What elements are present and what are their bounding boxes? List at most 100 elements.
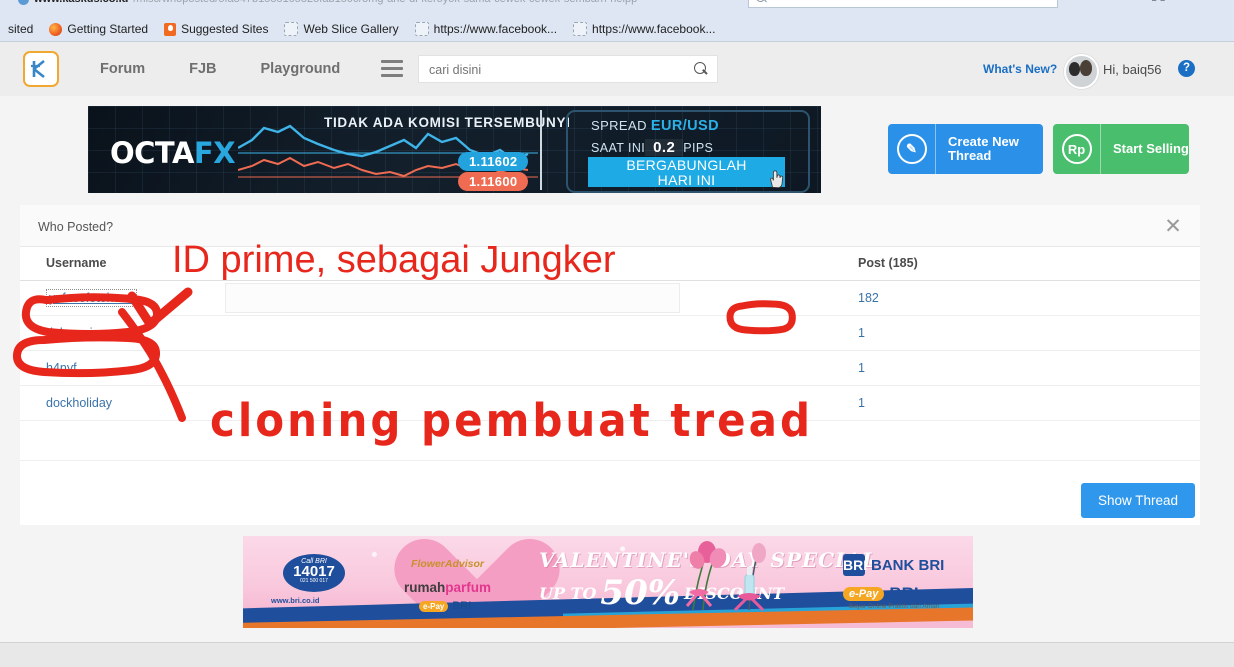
start-selling-label: Start Selling [1113,141,1189,156]
bri-website: www.bri.co.id [271,596,320,605]
octafx-logo: OCTAFX [110,136,236,170]
post-count-link[interactable]: 1 [858,396,865,410]
browser-chrome: www.kaskus.co.id/misc/whoposted/5fa847b1… [0,0,1234,42]
whats-new-link[interactable]: What's New? [983,62,1057,76]
epay-bri-logo: e-Pay BRI [843,584,919,604]
username-link[interactable]: dalugeciqupoca [46,326,134,340]
flowers-illustration [685,541,766,612]
nav-links: Forum FJB Playground [78,42,362,96]
table-row[interactable]: dockholiday 1 [20,386,1200,421]
avatar[interactable] [1064,54,1099,89]
call-bri-badge: Call BRI 14017 021 500 017 [283,554,345,592]
fx-spread-pair: EUR/USD [650,118,719,134]
cell-username: dalugeciqupoca [20,326,225,340]
bookmarks-bar: sited Getting Started Suggested Sites We… [0,16,1234,42]
cell-post-count: 1 [748,396,1198,410]
rupiah-icon: Rp [1061,134,1092,164]
start-selling-button[interactable]: Rp Start Selling [1053,124,1189,174]
user-greeting[interactable]: Hi, baiq56 [1103,62,1162,77]
cell-username: dockholiday [20,396,225,410]
cell-post-count: 1 [748,361,1198,375]
bookmark-item[interactable]: https://www.facebook... [407,18,565,40]
username-link[interactable]: yufucofotohuxa [46,289,137,307]
panel-title: Who Posted? [38,220,114,234]
nav-link-playground[interactable]: Playground [239,61,363,77]
table-row[interactable]: yufucofotohuxa 182 [20,281,1200,316]
site-search-box[interactable] [418,55,718,84]
epay-small-tag: e-Pay [419,600,449,612]
firefox-icon [49,22,63,36]
hamburger-icon[interactable] [381,60,403,77]
column-header-post: Post (185) [858,256,918,270]
rumah-text: rumah [403,580,446,595]
parfum-text: parfum [445,580,492,595]
epay-subtitle: Bayar Online Praktis dan Aman [849,603,940,610]
bookmark-label: Getting Started [67,22,149,36]
fx-saat-row: SAAT INI 0.2 PIPS [591,139,713,156]
table-row[interactable]: h4nyf 1 [20,351,1200,386]
table-row[interactable]: dalugeciqupoca 1 [20,316,1200,351]
fx-cta-button[interactable]: BERGABUNGLAH HARI INI [588,157,785,188]
site-favicon [18,0,29,5]
search-icon [756,0,765,2]
fx-saat-label: SAAT INI [591,141,646,155]
page-bottom-strip [0,642,1234,667]
octafx-logo-octa: OCTA [110,136,194,170]
bookmark-label: Web Slice Gallery [303,22,399,36]
bri-valentine-ad-banner[interactable]: Call BRI 14017 021 500 017 www.bri.co.id… [243,536,973,628]
kaskus-logo[interactable] [23,51,59,87]
epay-small-logo: e-Pay BRI [419,600,471,612]
bookmark-item[interactable]: sited [0,18,41,40]
search-input[interactable] [419,56,681,84]
cell-blank [225,283,748,313]
bookmark-item[interactable]: https://www.facebook... [565,18,723,40]
cell-post-count: 182 [748,291,1198,305]
close-icon[interactable]: ✕ [1160,214,1186,240]
blank-page-icon [284,22,299,36]
epay-tag: e-Pay [843,587,885,601]
url-path: /misc/whoposted/5fa847b1585105825fab1500… [133,0,637,5]
bookmark-item[interactable]: Web Slice Gallery [276,18,406,40]
call-bri-number: 14017 [293,563,335,580]
create-thread-line1: Create New [948,134,1019,149]
fx-divider [540,110,542,190]
banner-discount-number: 50% [600,573,681,613]
nav-link-forum[interactable]: Forum [78,61,167,77]
fx-cta-line2: HARI INI [657,172,716,188]
bookmark-label: Suggested Sites [181,22,269,36]
help-icon[interactable]: ? [1178,60,1195,77]
bookmark-item[interactable]: Suggested Sites [156,18,276,40]
nav-link-fjb[interactable]: FJB [167,61,238,77]
octafx-ad-banner[interactable]: OCTAFX TIDAK ADA KOMISI TERSEMBUNYI 1.11… [88,106,821,193]
browser-search-box[interactable]: Search [748,0,1058,8]
reload-icon[interactable]: ↻ [726,0,736,2]
username-link[interactable]: h4nyf [46,361,77,375]
bank-bri-logo: BRI BANK BRI [843,554,944,576]
search-icon[interactable] [694,62,706,74]
who-posted-table: Username Post (185) yufucofotohuxa 182 d… [20,246,1200,421]
kaskus-logo-glyph [31,59,45,79]
address-bar[interactable]: www.kaskus.co.id/misc/whoposted/5fa847b1… [18,0,718,11]
post-count-link[interactable]: 1 [858,326,865,340]
screenshot-root: www.kaskus.co.id/misc/whoposted/5fa847b1… [0,0,1234,667]
bookmark-item[interactable]: Getting Started [41,18,156,40]
browser-search-placeholder: Search [770,0,805,3]
bookmark-label: https://www.facebook... [433,22,558,36]
post-count-link[interactable]: 182 [858,291,879,305]
create-thread-line2: Thread [948,148,992,163]
username-link[interactable]: dockholiday [46,396,112,410]
fx-spread-row: SPREAD EUR/USD [591,118,719,134]
who-posted-panel: Who Posted? ✕ Username Post (185) yufuco… [20,205,1200,525]
post-count-link[interactable]: 1 [858,361,865,375]
fx-price-blue: 1.11602 [458,152,529,171]
banner-upto: UP TO [539,583,597,603]
epay-bri: BRI [889,584,919,603]
fx-saat-value: 0.2 [645,139,684,156]
column-header-username: Username [46,256,107,270]
create-new-thread-button[interactable]: ✎ Create New Thread [888,124,1043,174]
rupiah-icon-wrap: Rp [1053,124,1101,174]
fx-spread-label: SPREAD [591,118,647,133]
epay-small-bri: BRI [452,600,472,612]
bank-bri-name: BANK BRI [871,556,945,574]
show-thread-button[interactable]: Show Thread [1080,483,1195,518]
